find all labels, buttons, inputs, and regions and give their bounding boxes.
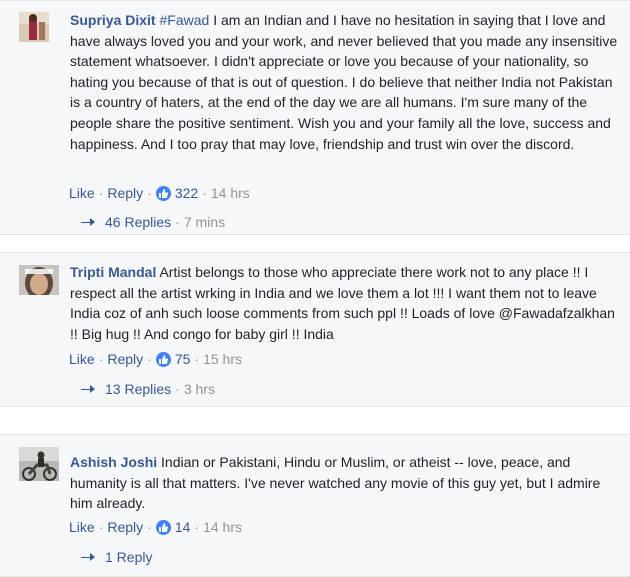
reply-arrow-icon <box>81 214 95 230</box>
like-reaction-icon[interactable] <box>155 351 171 367</box>
like-link[interactable]: Like <box>69 518 95 536</box>
comment-card: Supriya Dixit #Fawad I am an Indian and … <box>0 0 630 235</box>
separator-dot: · <box>147 519 152 535</box>
reaction-count[interactable]: 14 <box>175 518 191 536</box>
like-link[interactable]: Like <box>69 184 95 202</box>
like-reaction-icon[interactable] <box>155 519 171 535</box>
comment-actions: Like · Reply · 322 · 14 hrs <box>69 184 250 202</box>
avatar[interactable] <box>19 447 59 481</box>
author-name[interactable]: Supriya Dixit <box>70 12 156 28</box>
hashtag-link[interactable]: #Fawad <box>159 12 209 28</box>
separator-dot: · <box>98 185 104 201</box>
view-replies-link[interactable]: 46 Replies · 7 mins <box>81 214 225 230</box>
like-link[interactable]: Like <box>69 350 95 368</box>
reply-arrow-icon <box>81 381 95 397</box>
replies-count[interactable]: 46 Replies <box>105 214 171 230</box>
reaction-count[interactable]: 75 <box>175 350 191 368</box>
avatar[interactable] <box>19 12 49 42</box>
separator-dot: · <box>98 351 104 367</box>
author-name[interactable]: Tripti Mandal <box>70 264 156 280</box>
comment-card: Tripti Mandal Artist belongs to those wh… <box>0 252 630 407</box>
separator-dot: · <box>147 351 152 367</box>
separator-dot: · <box>194 519 200 535</box>
author-name[interactable]: Ashish Joshi <box>70 454 157 470</box>
separator-dot: · <box>175 214 180 230</box>
separator-dot: · <box>147 185 152 201</box>
replies-timestamp: 3 hrs <box>183 381 215 397</box>
like-reaction-icon[interactable] <box>155 185 171 201</box>
reaction-count[interactable]: 322 <box>175 184 198 202</box>
replies-count[interactable]: 1 Reply <box>105 549 152 565</box>
reply-link[interactable]: Reply <box>107 518 143 536</box>
comment-actions: Like · Reply · 75 · 15 hrs <box>69 350 242 368</box>
comment-card: Ashish Joshi Indian or Pakistani, Hindu … <box>0 434 630 577</box>
comment-body: Ashish Joshi Indian or Pakistani, Hindu … <box>70 452 622 514</box>
separator-dot: · <box>202 185 207 201</box>
timestamp[interactable]: 15 hrs <box>203 350 242 368</box>
separator-dot: · <box>194 351 200 367</box>
view-replies-link[interactable]: 13 Replies · 3 hrs <box>81 381 215 397</box>
reply-link[interactable]: Reply <box>107 350 143 368</box>
comment-body: Supriya Dixit #Fawad I am an Indian and … <box>70 10 622 154</box>
comment-actions: Like · Reply · 14 · 14 hrs <box>69 518 242 536</box>
view-replies-link[interactable]: 1 Reply <box>81 549 152 565</box>
avatar[interactable] <box>19 265 59 295</box>
separator-dot: · <box>98 519 104 535</box>
separator-dot: · <box>175 381 180 397</box>
replies-timestamp: 7 mins <box>183 214 226 230</box>
replies-count[interactable]: 13 Replies <box>105 381 171 397</box>
comment-body: Tripti Mandal Artist belongs to those wh… <box>70 262 622 344</box>
comment-text: I am an Indian and I have no hesitation … <box>70 12 618 152</box>
reply-arrow-icon <box>81 549 95 565</box>
reply-link[interactable]: Reply <box>107 184 143 202</box>
timestamp[interactable]: 14 hrs <box>211 184 250 202</box>
timestamp[interactable]: 14 hrs <box>203 518 242 536</box>
